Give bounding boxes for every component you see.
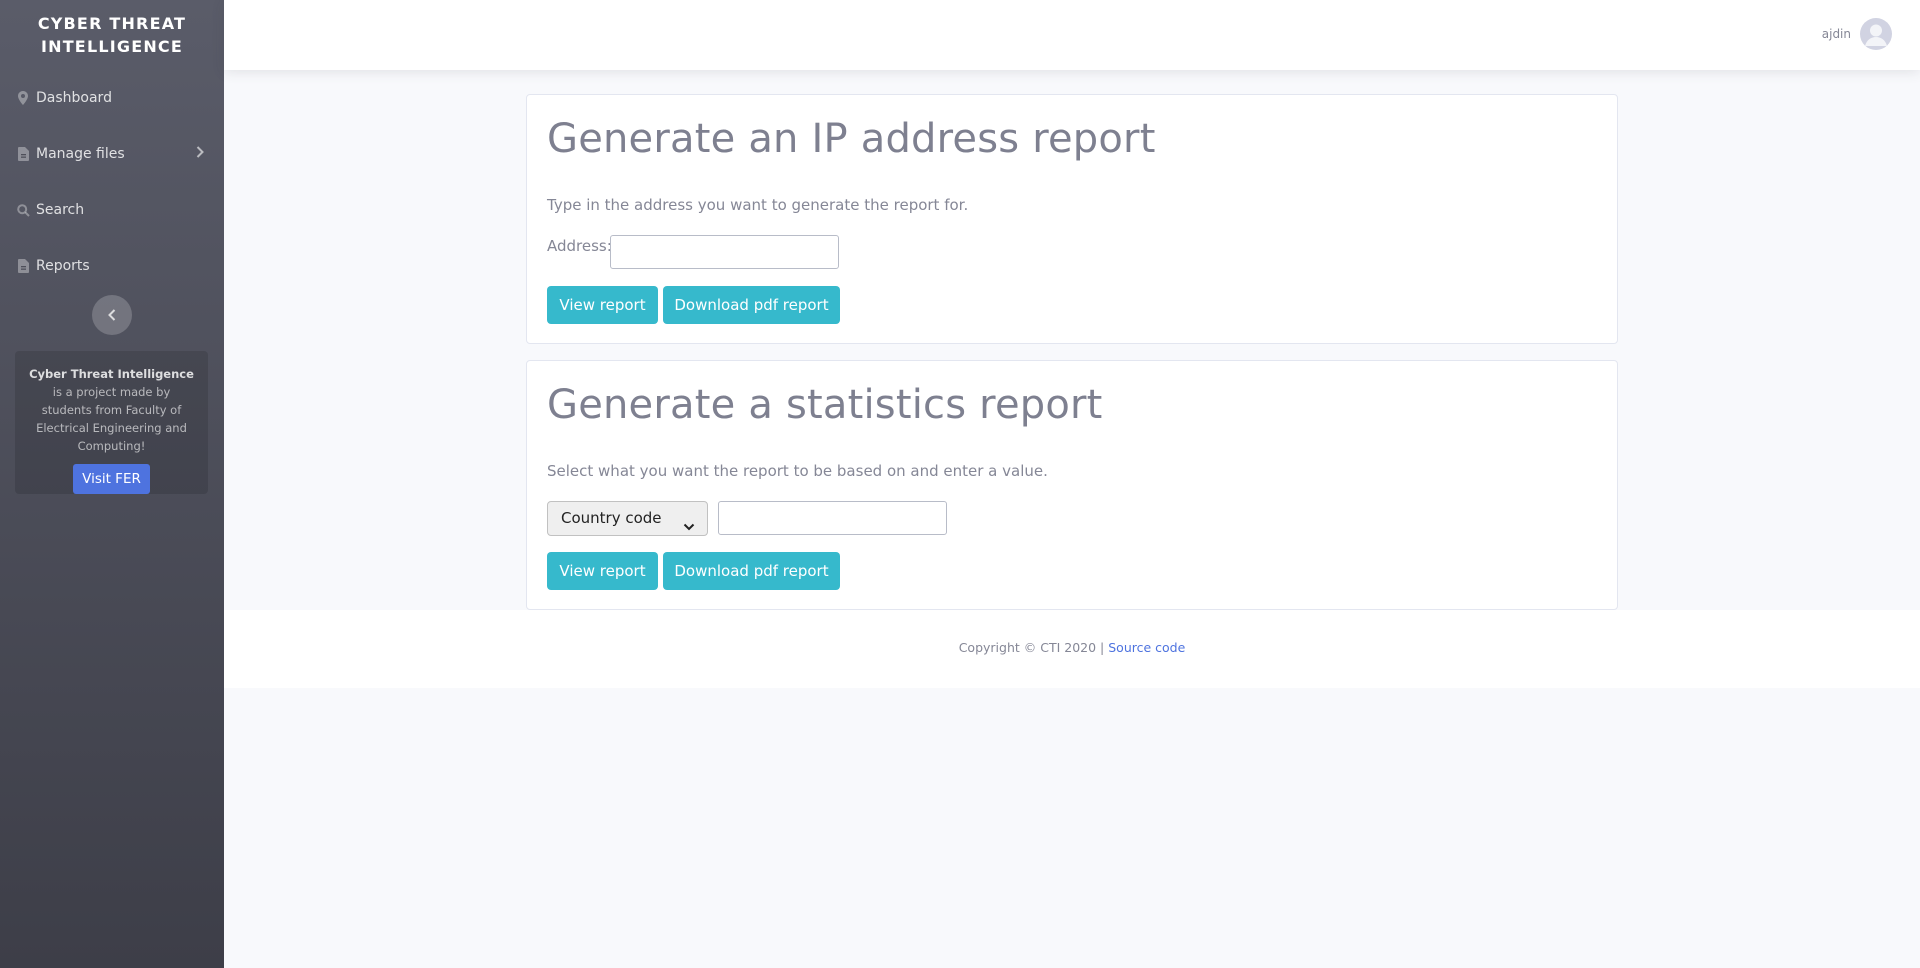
sidebar-item-manage-files[interactable]: Manage files bbox=[0, 126, 224, 182]
report-basis-select[interactable]: Country code bbox=[547, 501, 708, 536]
ip-report-description: Type in the address you want to generate… bbox=[547, 196, 969, 214]
sidebar-item-dashboard[interactable]: Dashboard bbox=[0, 70, 224, 126]
user-menu[interactable]: ajdin bbox=[1822, 18, 1892, 50]
brand-line-2: INTELLIGENCE bbox=[40, 37, 184, 56]
copyright-text: Copyright © CTI 2020 | bbox=[958, 640, 1109, 655]
ip-report-card: Generate an IP address report Type in th… bbox=[526, 94, 1618, 344]
stats-report-description: Select what you want the report to be ba… bbox=[547, 462, 1048, 480]
chevron-left-icon bbox=[108, 306, 116, 325]
topbar: ajdin bbox=[224, 0, 1920, 70]
ip-report-title: Generate an IP address report bbox=[547, 116, 1156, 162]
source-code-link[interactable]: Source code bbox=[1108, 640, 1185, 655]
sidebar: CYBER THREAT INTELLIGENCE Dashboard Mana… bbox=[0, 0, 224, 968]
visit-fer-button[interactable]: Visit FER bbox=[73, 464, 150, 494]
user-avatar-icon bbox=[1865, 24, 1887, 46]
stats-report-title: Generate a statistics report bbox=[547, 382, 1103, 428]
select-value: Country code bbox=[561, 509, 662, 527]
project-name: Cyber Threat Intelligence bbox=[29, 367, 194, 381]
sidebar-toggle-button[interactable] bbox=[92, 295, 132, 335]
address-label: Address: bbox=[547, 237, 612, 255]
sidebar-item-label: Search bbox=[36, 202, 85, 218]
map-marker-icon bbox=[16, 90, 30, 106]
stats-report-card: Generate a statistics report Select what… bbox=[526, 360, 1618, 610]
file-icon bbox=[16, 258, 30, 274]
sidebar-item-reports[interactable]: Reports bbox=[0, 238, 224, 294]
brand-title[interactable]: CYBER THREAT INTELLIGENCE bbox=[0, 0, 224, 70]
view-stats-report-button[interactable]: View report bbox=[547, 552, 658, 590]
search-icon bbox=[16, 202, 30, 218]
brand-line-1: CYBER THREAT bbox=[37, 14, 187, 33]
project-description: is a project made by students from Facul… bbox=[36, 385, 187, 453]
sidebar-info-card: Cyber Threat Intelligence is a project m… bbox=[15, 351, 208, 494]
avatar bbox=[1860, 18, 1892, 50]
value-input[interactable] bbox=[718, 501, 947, 535]
view-ip-report-button[interactable]: View report bbox=[547, 286, 658, 324]
sidebar-item-search[interactable]: Search bbox=[0, 182, 224, 238]
chevron-right-icon bbox=[196, 146, 204, 162]
sidebar-card-text: Cyber Threat Intelligence is a project m… bbox=[27, 365, 196, 455]
file-icon bbox=[16, 146, 30, 162]
download-stats-pdf-button[interactable]: Download pdf report bbox=[663, 552, 840, 590]
sidebar-item-label: Manage files bbox=[36, 146, 125, 162]
chevron-down-icon bbox=[683, 511, 695, 544]
download-ip-pdf-button[interactable]: Download pdf report bbox=[663, 286, 840, 324]
user-name: ajdin bbox=[1821, 27, 1851, 41]
address-input[interactable] bbox=[610, 235, 839, 269]
footer: Copyright © CTI 2020 | Source code bbox=[224, 610, 1920, 688]
sidebar-item-label: Reports bbox=[36, 258, 90, 274]
sidebar-item-label: Dashboard bbox=[36, 90, 112, 106]
